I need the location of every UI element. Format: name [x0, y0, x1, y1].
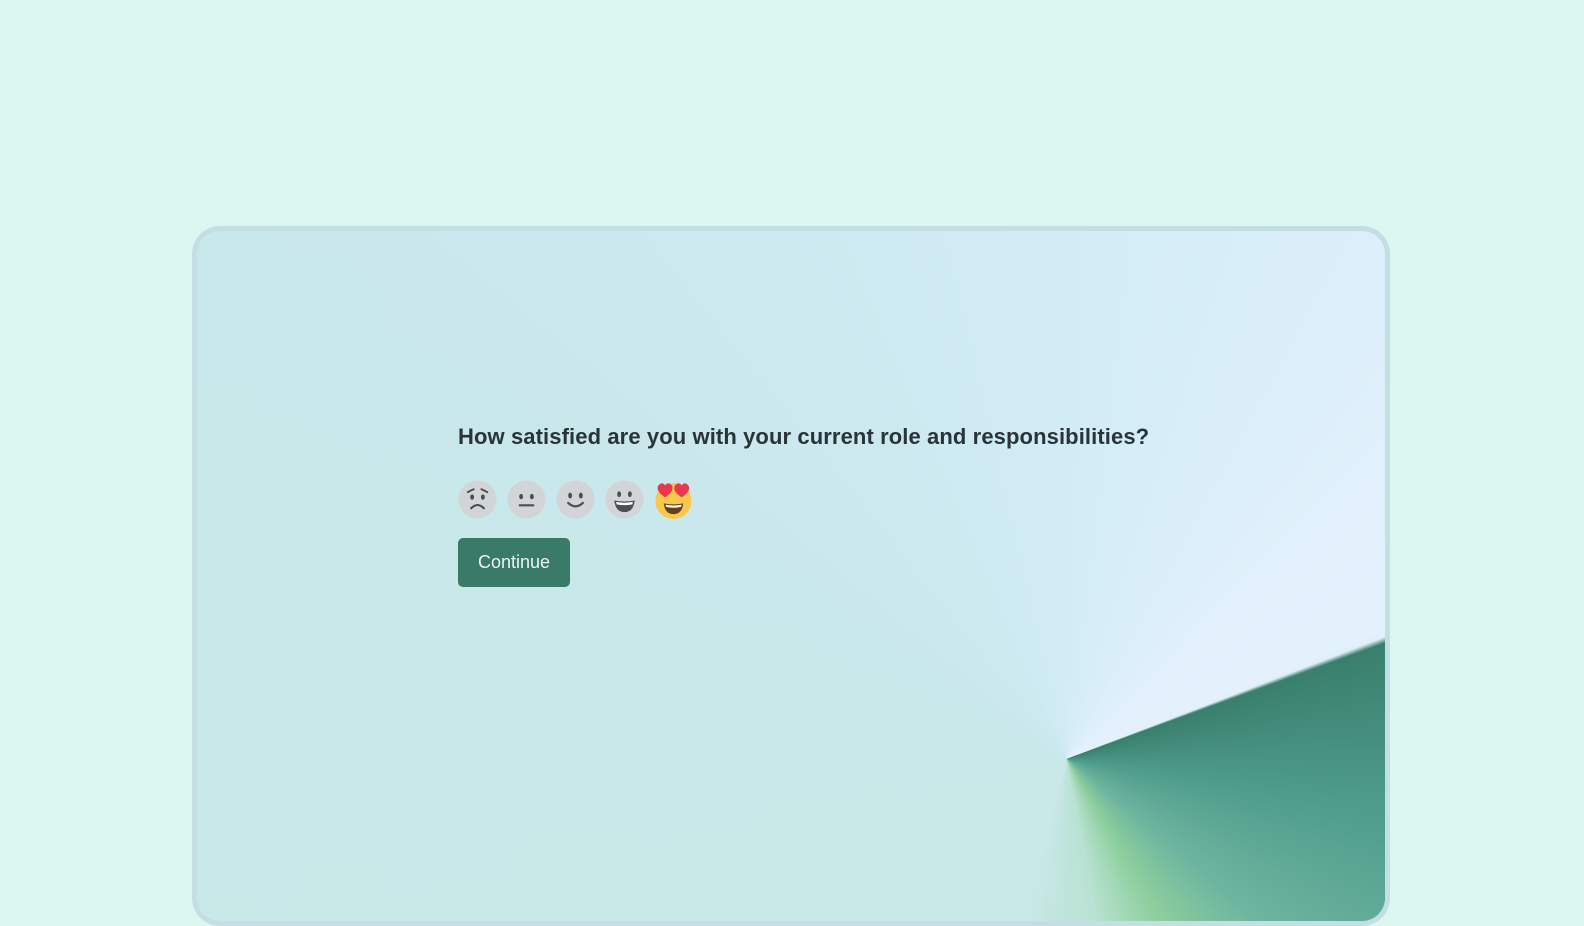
survey-card: How satisfied are you with your current …	[197, 231, 1385, 921]
satisfaction-scale	[458, 480, 1149, 519]
question-text: How satisfied are you with your current …	[458, 424, 1150, 449]
slightly-smiling-face-icon[interactable]	[556, 480, 595, 519]
continue-button[interactable]: Continue	[458, 538, 570, 587]
worried-face-icon[interactable]	[458, 480, 497, 519]
survey-frame: How satisfied are you with your current …	[192, 226, 1390, 926]
survey-content: How satisfied are you with your current …	[458, 424, 1149, 587]
neutral-face-icon[interactable]	[507, 480, 546, 519]
heart-eyes-face-icon[interactable]	[654, 480, 693, 519]
grinning-face-icon[interactable]	[605, 480, 644, 519]
